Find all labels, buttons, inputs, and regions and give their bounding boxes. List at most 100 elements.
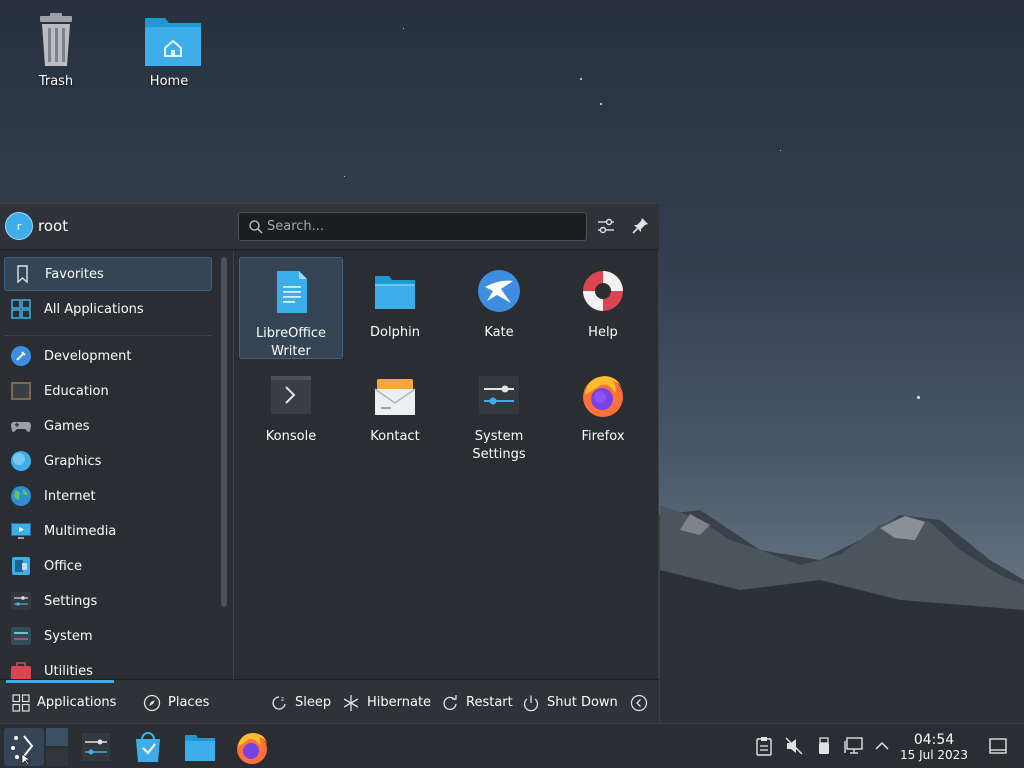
sidebar-item-all-applications[interactable]: All Applications [4,292,212,326]
settings-icon [11,592,31,610]
app-libreoffice-writer[interactable]: LibreOffice Writer [239,257,343,359]
sidebar-item-label: Favorites [45,266,104,282]
svg-text:z: z [281,696,284,703]
education-icon [11,382,31,400]
app-system-settings[interactable]: System Settings [447,361,551,463]
hibernate-label: Hibernate [367,695,432,710]
clock-date[interactable]: 15 Jul 2023 [900,748,968,762]
globe-icon [11,486,31,506]
firefox-icon [583,376,623,417]
search-icon [249,220,263,234]
sidebar-item-label: Games [44,418,90,434]
system-settings-icon [82,733,110,761]
restart-button[interactable]: Restart [441,680,513,725]
help-lifebuoy-icon [583,271,623,311]
hibernate-button[interactable]: Hibernate [342,680,431,725]
desktop-icon-label: Trash [38,74,74,89]
sidebar-item-settings[interactable]: Settings [4,584,212,618]
sidebar-item-label: All Applications [44,301,144,317]
app-label: Dolphin [370,325,420,340]
gamepad-icon [11,422,31,432]
home-folder-icon [143,12,201,68]
configure-sliders-icon[interactable] [595,215,617,237]
multimedia-icon [11,523,31,539]
pager-desktop-1[interactable] [46,728,68,746]
kontact-icon [374,379,416,415]
sidebar-item-utilities[interactable]: Utilities [4,654,212,679]
more-leave-options-button[interactable] [630,680,655,725]
network-wired-icon[interactable] [844,736,864,756]
sleep-button[interactable]: z Sleep [270,680,331,725]
sidebar-item-favorites[interactable]: Favorites [4,257,212,291]
sidebar-item-graphics[interactable]: Graphics [4,444,212,478]
sidebar-item-development[interactable]: Development [4,339,212,373]
chevron-up-icon[interactable] [872,736,892,756]
app-kate[interactable]: Kate [447,257,551,359]
shutdown-label: Shut Down [547,695,618,710]
sidebar-item-office[interactable]: Office [4,549,212,583]
restart-icon [443,694,457,710]
system-settings-icon [479,376,519,414]
sidebar-item-label: Utilities [44,663,93,679]
task-system-settings[interactable] [76,728,116,766]
username: root [38,217,69,235]
app-label: Kontact [370,429,420,444]
usb-device-icon[interactable] [814,736,834,756]
bookmark-icon [17,265,28,284]
app-label: Kate [484,325,514,340]
search-field[interactable] [238,212,587,241]
show-desktop-icon[interactable] [988,736,1008,756]
sidebar-item-games[interactable]: Games [4,409,212,443]
kate-icon [478,270,520,312]
clipboard-icon[interactable] [754,736,774,756]
sidebar-item-label: System [44,628,93,644]
shutdown-button[interactable]: Shut Down [522,680,618,725]
panel-divider [233,251,234,679]
search-input[interactable] [267,213,577,240]
sidebar-item-multimedia[interactable]: Multimedia [4,514,212,548]
pin-icon[interactable] [629,215,651,237]
app-label: Help [588,325,618,340]
dolphin-folder-icon [185,735,215,761]
tab-label: Places [168,695,210,710]
clock-time[interactable]: 04:54 [900,732,968,748]
power-icon [523,695,539,711]
sidebar-item-system[interactable]: System [4,619,212,653]
development-icon [11,346,31,366]
category-sidebar: Favorites All Applications Development E… [0,251,216,679]
sleep-icon: z [272,696,286,710]
app-label: Firefox [581,429,625,444]
app-label: LibreOffice Writer [255,326,327,359]
task-firefox[interactable] [232,728,272,766]
applications-grid-icon [12,693,30,712]
task-discover[interactable] [128,728,168,766]
dolphin-folder-icon [375,276,415,309]
sidebar-item-label: Internet [44,488,96,504]
sidebar-item-label: Development [44,348,132,364]
sleep-label: Sleep [295,695,332,710]
app-firefox[interactable]: Firefox [551,361,655,463]
desktop-icon-home[interactable]: Home [124,12,214,89]
tab-label: Applications [37,695,117,710]
sidebar-item-education[interactable]: Education [4,374,212,408]
application-launcher-button[interactable] [4,728,44,766]
app-kontact[interactable]: Kontact [343,361,447,463]
pager-desktop-2[interactable] [46,748,68,766]
tab-applications[interactable]: Applications [12,680,116,725]
desktop-icon-trash[interactable]: Trash [11,12,101,89]
sidebar-scrollbar[interactable] [221,257,227,607]
libreoffice-writer-icon [277,271,307,313]
firefox-icon [237,733,267,764]
system-icon [11,627,31,645]
app-dolphin[interactable]: Dolphin [343,257,447,359]
app-help[interactable]: Help [551,257,655,359]
avatar[interactable]: r [5,212,33,240]
desktop-icon-label: Home [149,74,189,89]
volume-muted-icon[interactable] [784,736,804,756]
grid-icon [11,299,31,319]
tab-places[interactable]: Places [143,680,209,725]
trash-icon [30,12,82,68]
task-dolphin[interactable] [180,728,220,766]
app-konsole[interactable]: Konsole [239,361,343,463]
sidebar-item-internet[interactable]: Internet [4,479,212,513]
